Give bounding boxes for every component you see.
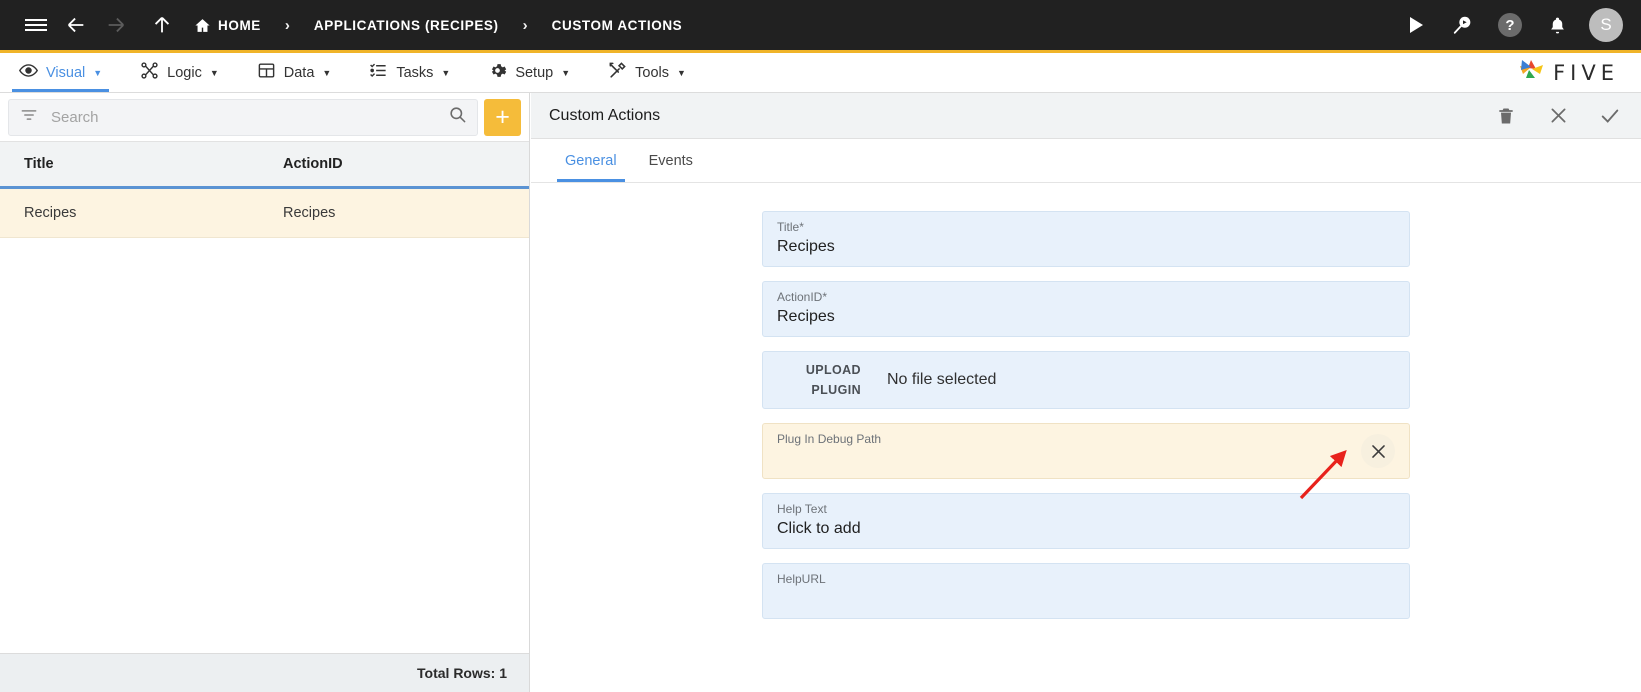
title-field[interactable]: Title* Recipes [762, 211, 1410, 267]
five-logo: FIVE [1516, 53, 1619, 92]
breadcrumb-item-custom-actions[interactable]: CUSTOM ACTIONS [550, 18, 685, 33]
actionid-field-label: ActionID* [777, 289, 1395, 305]
help-text-label: Help Text [777, 501, 1395, 517]
top-navigation-bar: HOME › APPLICATIONS (RECIPES) › CUSTOM A… [0, 0, 1641, 53]
breadcrumb-label-custom-actions: CUSTOM ACTIONS [552, 18, 683, 33]
arrow-right-icon [96, 5, 136, 45]
cell-title: Recipes [0, 205, 265, 221]
menu-label-logic: Logic [167, 65, 202, 81]
five-brand-text: FIVE [1553, 61, 1619, 85]
add-record-button[interactable]: + [484, 99, 521, 136]
menu-label-tools: Tools [635, 65, 669, 81]
chevron-down-icon: ▼ [93, 68, 102, 78]
menu-item-logic[interactable]: Logic ▼ [121, 53, 238, 92]
detail-panel-header: Custom Actions [531, 93, 1641, 139]
table-body: Recipes Recipes [0, 189, 529, 644]
table-header-row: Title ActionID [0, 142, 529, 189]
table-footer: Total Rows: 1 [0, 653, 529, 692]
arrow-left-icon[interactable] [56, 5, 96, 45]
chevron-down-icon: ▼ [677, 68, 686, 78]
plugin-debug-path-label: Plug In Debug Path [777, 431, 1395, 447]
menu-item-tools[interactable]: Tools ▼ [589, 53, 705, 92]
arrow-up-icon[interactable] [142, 5, 182, 45]
chevron-down-icon: ▼ [322, 68, 331, 78]
helpurl-value [777, 587, 1395, 610]
search-toolbar: Search + [0, 93, 529, 142]
menu-item-tasks[interactable]: Tasks ▼ [350, 53, 469, 92]
tab-events[interactable]: Events [633, 139, 709, 182]
upload-plugin-label: UPLOAD PLUGIN [777, 360, 861, 400]
chevron-down-icon: ▼ [441, 68, 450, 78]
required-marker: * [822, 290, 827, 304]
title-field-label: Title* [777, 219, 1395, 235]
breadcrumb-separator: › [285, 17, 290, 34]
required-marker: * [799, 220, 804, 234]
search-icon[interactable] [448, 105, 467, 129]
help-icon[interactable]: ? [1495, 10, 1525, 40]
trash-icon[interactable] [1493, 103, 1519, 129]
column-header-title[interactable]: Title [0, 155, 265, 173]
run-play-icon[interactable] [1401, 10, 1431, 40]
actionid-field-value: Recipes [777, 305, 1395, 328]
title-field-value: Recipes [777, 235, 1395, 258]
avatar[interactable]: S [1589, 8, 1623, 42]
search-placeholder: Search [51, 109, 436, 126]
chevron-down-icon: ▼ [561, 68, 570, 78]
helpurl-label: HelpURL [777, 571, 1395, 587]
logic-nodes-icon [140, 61, 159, 84]
cell-actionid: Recipes [265, 205, 529, 221]
menu-item-setup[interactable]: Setup ▼ [469, 53, 589, 92]
records-list-panel: Search + Title ActionID Recipes Recipes … [0, 93, 530, 692]
filter-icon[interactable] [19, 105, 39, 130]
breadcrumb-separator: › [523, 17, 528, 34]
breadcrumb: HOME › APPLICATIONS (RECIPES) › CUSTOM A… [192, 17, 684, 34]
chevron-down-icon: ▼ [210, 68, 219, 78]
search-run-icon[interactable] [1448, 10, 1478, 40]
checkmark-icon[interactable] [1597, 103, 1623, 129]
notifications-bell-icon[interactable] [1542, 10, 1572, 40]
eye-icon [19, 61, 38, 84]
table-grid-icon [257, 61, 276, 84]
checklist-icon [369, 61, 388, 84]
home-icon [194, 17, 211, 34]
search-input[interactable]: Search [8, 99, 478, 136]
detail-tabs: General Events [531, 139, 1641, 183]
topbar-actions: ? S [1401, 8, 1623, 42]
menu-label-visual: Visual [46, 65, 85, 81]
help-text-value: Click to add [777, 517, 1395, 540]
tab-general[interactable]: General [549, 139, 633, 182]
close-x-icon[interactable] [1545, 103, 1571, 129]
general-form: Title* Recipes ActionID* Recipes UPLOAD … [531, 183, 1641, 619]
breadcrumb-item-home[interactable]: HOME [192, 17, 263, 34]
hamburger-icon[interactable] [16, 5, 56, 45]
page-title: Custom Actions [549, 107, 660, 125]
breadcrumb-label-applications: APPLICATIONS (RECIPES) [314, 18, 499, 33]
clear-plugin-debug-path-button[interactable] [1361, 434, 1395, 468]
menu-label-setup: Setup [515, 65, 553, 81]
plugin-debug-path-field[interactable]: Plug In Debug Path [762, 423, 1410, 479]
breadcrumb-label-home: HOME [218, 18, 261, 33]
column-header-actionid[interactable]: ActionID [265, 155, 529, 173]
menu-label-data: Data [284, 65, 315, 81]
help-question-glyph: ? [1498, 13, 1522, 37]
gear-icon [488, 61, 507, 84]
module-menu-bar: Visual ▼ Logic ▼ Data ▼ [0, 53, 1641, 93]
actionid-field[interactable]: ActionID* Recipes [762, 281, 1410, 337]
table-row[interactable]: Recipes Recipes [0, 189, 529, 238]
plugin-debug-path-value [777, 447, 1395, 470]
detail-panel: Custom Actions General Even [531, 93, 1641, 692]
tools-wrench-icon [608, 61, 627, 84]
help-text-field[interactable]: Help Text Click to add [762, 493, 1410, 549]
menu-item-visual[interactable]: Visual ▼ [0, 53, 121, 92]
helpurl-field[interactable]: HelpURL [762, 563, 1410, 619]
detail-panel-actions [1493, 103, 1623, 129]
breadcrumb-item-applications[interactable]: APPLICATIONS (RECIPES) [312, 18, 501, 33]
five-pinwheel-icon [1516, 56, 1546, 89]
upload-plugin-field[interactable]: UPLOAD PLUGIN No file selected [762, 351, 1410, 409]
total-rows-label: Total Rows: 1 [417, 665, 507, 681]
menu-item-data[interactable]: Data ▼ [238, 53, 351, 92]
menu-label-tasks: Tasks [396, 65, 433, 81]
upload-plugin-filename: No file selected [887, 371, 996, 389]
